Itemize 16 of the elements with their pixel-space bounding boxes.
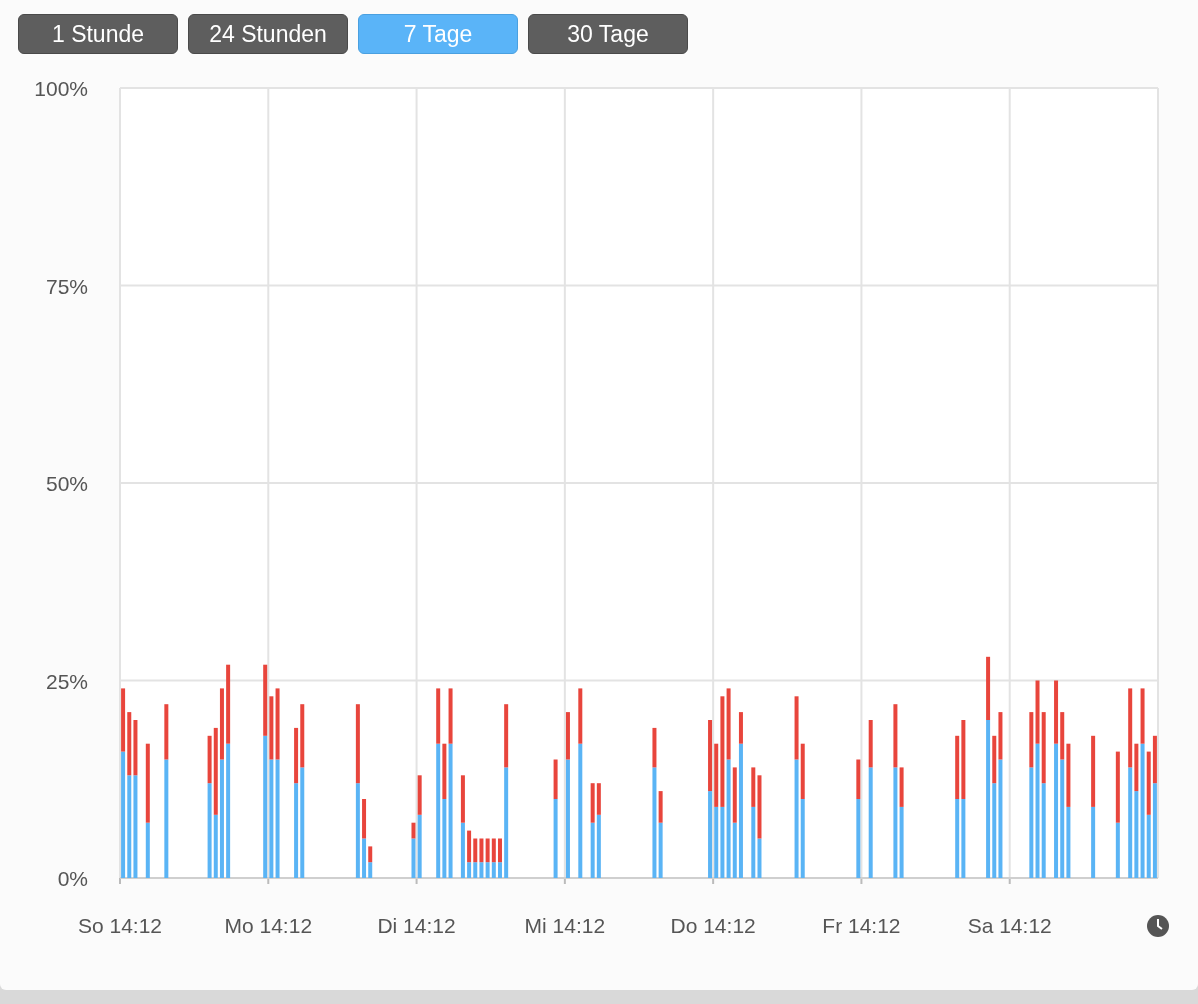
range-tab[interactable]: 24 Stunden	[188, 14, 348, 54]
axis-label: Mi 14:12	[524, 914, 606, 937]
axis-label: Di 14:12	[377, 914, 456, 937]
axis-label: 0%	[57, 867, 88, 890]
axis-label: 100%	[34, 77, 88, 100]
axis-label: 75%	[45, 274, 88, 298]
range-tab[interactable]: 30 Tage	[528, 14, 688, 54]
axis-label: Sa 14:12	[967, 914, 1052, 937]
axis-label: Do 14:12	[670, 914, 756, 937]
axis-label: So 14:12	[77, 914, 163, 937]
axis-label: 25%	[45, 669, 88, 693]
axis-label: 50%	[45, 472, 88, 495]
axis-label: Fr 14:12	[822, 914, 901, 937]
clock-icon[interactable]	[1146, 914, 1170, 938]
axis-label: Mo 14:12	[224, 914, 313, 937]
range-tab[interactable]: 1 Stunde	[18, 14, 178, 54]
